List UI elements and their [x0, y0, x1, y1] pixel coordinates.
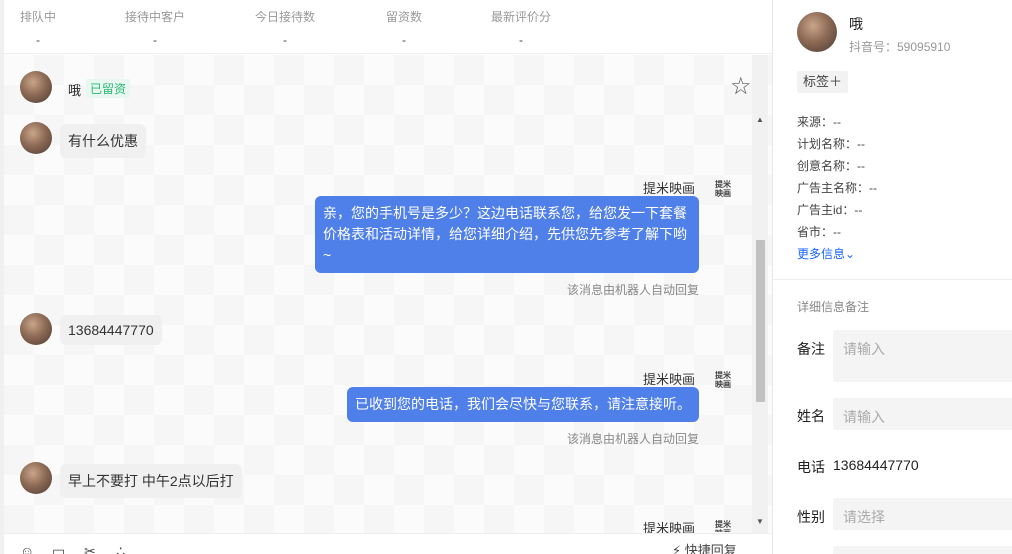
info-plan: 计划名称：--	[797, 137, 866, 151]
more-info-link[interactable]: 更多信息⌄	[797, 245, 855, 262]
chat-customer-name: 哦	[68, 83, 82, 98]
chat-panel: 哦 已留资 ☆ 有什么优惠 提米映画 提米 映画 亲，您的手机号是多少？这边电话联…	[4, 55, 772, 536]
stat-leads: 留资数 -	[386, 10, 423, 47]
scroll-down-icon[interactable]: ▼	[756, 517, 764, 526]
more-icon[interactable]: ∴	[116, 544, 125, 554]
star-icon[interactable]: ☆	[730, 75, 752, 99]
profile-name: 哦	[849, 16, 863, 32]
folder-icon[interactable]: ▭	[52, 544, 65, 554]
add-tag-button[interactable]: 标签＋	[797, 71, 849, 93]
name-label: 姓名	[797, 408, 825, 424]
customer-message: 13684447770	[60, 315, 162, 345]
message-avatar	[20, 122, 52, 154]
section-divider	[773, 279, 1012, 280]
next-field-input[interactable]	[833, 546, 1012, 554]
agent-logo: 提米映画	[715, 520, 731, 532]
stats-bar: 排队中 - 接待中客户 - 今日接待数 - 留资数 - 最新评价分 -	[4, 0, 772, 54]
retained-badge: 已留资	[86, 79, 131, 98]
gender-label: 性别	[797, 509, 825, 525]
robot-reply-note: 该消息由机器人自动回复	[567, 432, 700, 446]
customer-info-panel: 哦 抖音号：59095910 标签＋ 来源：-- 计划名称：-- 创意名称：--…	[773, 0, 1012, 554]
customer-avatar[interactable]	[20, 71, 52, 103]
info-source: 来源：--	[797, 115, 842, 129]
agent-sender-name: 提米映画	[643, 181, 696, 196]
scroll-up-icon[interactable]: ▲	[756, 115, 764, 124]
detail-notes-title: 详细信息备注	[797, 300, 870, 314]
phone-label: 电话	[797, 459, 825, 475]
customer-message: 早上不要打 中午2点以后打	[60, 464, 242, 498]
stat-queue: 排队中 -	[20, 10, 57, 47]
agent-message: 亲，您的手机号是多少？这边电话联系您，给您发一下套餐价格表和活动详情，给您详细介…	[315, 196, 699, 273]
agent-logo: 提米映画	[715, 179, 731, 198]
input-toolbar: ☺ ▭ ✂ ∴ ⚡ 快捷回复	[4, 533, 772, 554]
douyin-id: 抖音号：59095910	[849, 40, 951, 54]
robot-reply-note: 该消息由机器人自动回复	[567, 283, 700, 297]
info-advertiser: 广告主名称：--	[797, 181, 878, 195]
chat-scrollbar[interactable]: ▲ ▼	[752, 55, 768, 533]
info-region: 省市：--	[797, 225, 842, 239]
info-creative: 创意名称：--	[797, 159, 866, 173]
profile-avatar	[797, 12, 837, 52]
stat-today: 今日接待数 -	[255, 10, 316, 47]
agent-sender-name: 提米映画	[643, 372, 696, 387]
message-avatar	[20, 462, 52, 494]
emoji-icon[interactable]: ☺	[20, 544, 34, 554]
workspace: 排队中 - 接待中客户 - 今日接待数 - 留资数 - 最新评价分 - 哦 已留资 ☆ 有…	[0, 0, 1012, 554]
chat-area: 排队中 - 接待中客户 - 今日接待数 - 留资数 - 最新评价分 - 哦 已留资 ☆ 有…	[0, 0, 772, 554]
info-advertiser-id: 广告主id：--	[797, 203, 863, 217]
stat-rating: 最新评价分 -	[491, 10, 552, 47]
agent-message: 已收到您的电话，我们会尽快与您联系，请注意接听。	[347, 387, 699, 422]
message-avatar	[20, 313, 52, 345]
name-input[interactable]: 请输入	[833, 398, 1012, 430]
gender-select[interactable]: 请选择	[833, 498, 1012, 530]
remark-label: 备注	[797, 341, 825, 357]
stat-serving: 接待中客户 -	[125, 10, 186, 47]
remark-input[interactable]: 请输入	[833, 330, 1012, 382]
customer-message: 有什么优惠	[60, 124, 146, 158]
scissors-icon[interactable]: ✂	[84, 544, 96, 554]
quick-reply-button[interactable]: ⚡ 快捷回复	[672, 544, 737, 554]
agent-logo: 提米映画	[715, 370, 731, 389]
scroll-thumb[interactable]	[756, 240, 765, 402]
phone-value: 13684447770	[833, 457, 919, 473]
